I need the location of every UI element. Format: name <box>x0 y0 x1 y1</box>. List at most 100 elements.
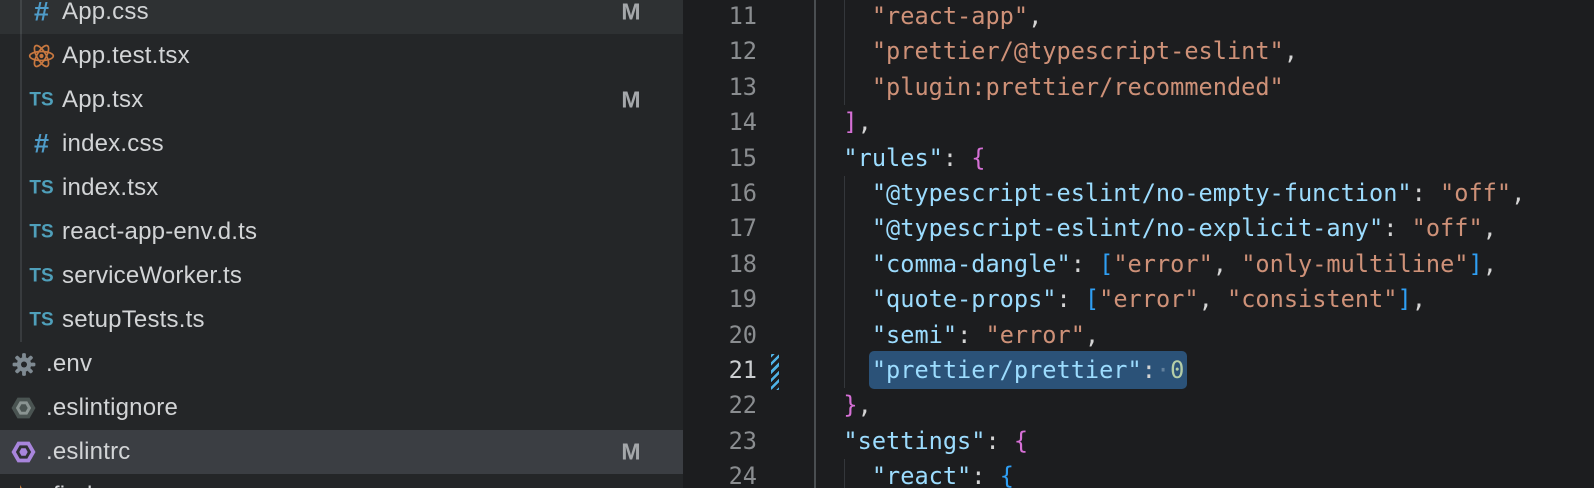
code-token: ] <box>843 108 857 136</box>
file-item-App.test.tsx[interactable]: App.test.tsx <box>0 34 683 78</box>
gutter-modified-indicator <box>771 354 779 390</box>
ts-icon: TS <box>28 175 55 202</box>
code-token: "react-app" <box>872 2 1028 30</box>
code-token: 0 <box>1170 356 1184 384</box>
code-token: : <box>1383 214 1411 242</box>
css-icon: # <box>28 131 55 158</box>
code-token: "only-multiline" <box>1241 250 1468 278</box>
file-explorer: # App.css M App.test.tsx TS App.tsx M #index.cs… <box>0 0 683 488</box>
file-name: .eslintignore <box>46 394 178 422</box>
code-token: : <box>957 321 985 349</box>
ts-icon: TS <box>28 87 55 114</box>
code-line-12[interactable]: "prettier/@typescript-eslint", <box>815 34 1298 69</box>
file-name: .eslintrc <box>46 438 131 466</box>
code-token <box>815 214 872 242</box>
file-name: App.tsx <box>62 86 143 114</box>
file-item-serviceWorker.ts[interactable]: TS serviceWorker.ts <box>0 254 683 298</box>
code-line-22[interactable]: }, <box>815 388 872 423</box>
line-number-15: 15 <box>683 141 757 176</box>
file-item-App.tsx[interactable]: TS App.tsx M <box>0 78 683 122</box>
file-item-react-app-env.d.ts[interactable]: TSreact-app-env.d.ts <box>0 210 683 254</box>
code-token: { <box>971 144 985 172</box>
code-line-13[interactable]: "plugin:prettier/recommended" <box>815 70 1284 105</box>
react-icon <box>28 43 55 70</box>
line-number-13: 13 <box>683 70 757 105</box>
code-token: : <box>1412 179 1440 207</box>
file-name: App.css <box>62 0 149 26</box>
code-token: , <box>1199 285 1227 313</box>
file-item-dot-eslintrc[interactable]: .eslintrcM <box>0 430 683 474</box>
file-name: .env <box>46 350 92 378</box>
file-name: setupTests.ts <box>62 306 205 334</box>
git-modified-badge: M <box>614 0 648 26</box>
code-token: , <box>1483 214 1497 242</box>
code-token <box>815 73 872 101</box>
line-number-12: 12 <box>683 34 757 69</box>
code-token: , <box>1028 2 1042 30</box>
file-name: .firebaserc <box>46 482 160 488</box>
code-token: : <box>1057 285 1085 313</box>
code-token: "settings" <box>843 427 985 455</box>
code-token: } <box>843 391 857 419</box>
file-name: react-app-env.d.ts <box>62 218 257 246</box>
code-token: , <box>1085 321 1099 349</box>
code-token: "comma-dangle" <box>872 250 1071 278</box>
code-token: : <box>985 427 1013 455</box>
code-line-18[interactable]: "comma-dangle": ["error", "only-multilin… <box>815 247 1497 282</box>
code-token: { <box>1014 427 1028 455</box>
code-token: { <box>1000 462 1014 488</box>
code-token: , <box>1213 250 1241 278</box>
file-item-App.css[interactable]: #App.cssM <box>0 0 683 34</box>
code-token <box>815 250 872 278</box>
file-item-index.tsx[interactable]: TS index.tsx <box>0 166 683 210</box>
code-token: ] <box>1468 250 1482 278</box>
file-name: serviceWorker.ts <box>62 262 242 290</box>
code-line-19[interactable]: "quote-props": ["error", "consistent"], <box>815 282 1426 317</box>
file-name: index.tsx <box>62 174 159 202</box>
line-number-21: 21 <box>683 353 757 388</box>
code-token <box>815 391 843 419</box>
code-line-14[interactable]: ], <box>815 105 872 140</box>
line-number-16: 16 <box>683 176 757 211</box>
eslint-icon-gray <box>10 395 37 422</box>
code-token: : <box>1071 250 1099 278</box>
code-token <box>815 462 872 488</box>
code-token: "plugin:prettier/recommended" <box>872 73 1284 101</box>
code-token: "error" <box>1113 250 1212 278</box>
code-token: : <box>1142 356 1156 384</box>
code-line-23[interactable]: "settings": { <box>815 424 1028 459</box>
code-line-11[interactable]: "react-app", <box>815 0 1042 34</box>
git-modified-badge: M <box>614 87 648 114</box>
file-item-dot-firebaserc[interactable]: .firebaserc <box>0 474 683 488</box>
file-item-index.css[interactable]: #index.css <box>0 122 683 166</box>
ts-icon: TS <box>28 263 55 290</box>
code-line-16[interactable]: "@typescript-eslint/no-empty-function": … <box>815 176 1525 211</box>
code-line-21[interactable]: "prettier/prettier":·0 <box>815 353 1184 388</box>
code-editor[interactable]: 11 "react-app", 12 "prettier/@typescript-… <box>683 0 1594 488</box>
firebase-icon <box>10 483 37 488</box>
code-token: "react" <box>872 462 971 488</box>
code-token: "prettier/prettier" <box>872 356 1142 384</box>
code-token <box>815 321 872 349</box>
code-token: , <box>858 391 872 419</box>
code-token <box>815 427 843 455</box>
tree-indent-guide <box>20 0 22 342</box>
code-token: "@typescript-eslint/no-empty-function" <box>872 179 1412 207</box>
file-item-setupTests.ts[interactable]: TS setupTests.ts <box>0 298 683 342</box>
file-item-dot-eslintignore[interactable]: .eslintignore <box>0 386 683 430</box>
file-item-dot-env[interactable]: .env <box>0 342 683 386</box>
code-line-20[interactable]: "semi": "error", <box>815 318 1099 353</box>
code-token: "prettier/@typescript-eslint" <box>872 37 1284 65</box>
code-token: [ <box>1099 250 1113 278</box>
ts-icon: TS <box>28 307 55 334</box>
code-line-15[interactable]: "rules": { <box>815 141 986 176</box>
line-number-24: 24 <box>683 459 757 488</box>
code-token: , <box>1412 285 1426 313</box>
line-number-20: 20 <box>683 318 757 353</box>
code-line-17[interactable]: "@typescript-eslint/no-explicit-any": "o… <box>815 211 1497 246</box>
vscode-window: # App.css M App.test.tsx TS App.tsx M #index.cs… <box>0 0 1594 488</box>
code-line-24[interactable]: "react": { <box>815 459 1014 488</box>
line-number-22: 22 <box>683 388 757 423</box>
file-name: App.test.tsx <box>62 42 190 70</box>
line-number-11: 11 <box>683 0 757 34</box>
